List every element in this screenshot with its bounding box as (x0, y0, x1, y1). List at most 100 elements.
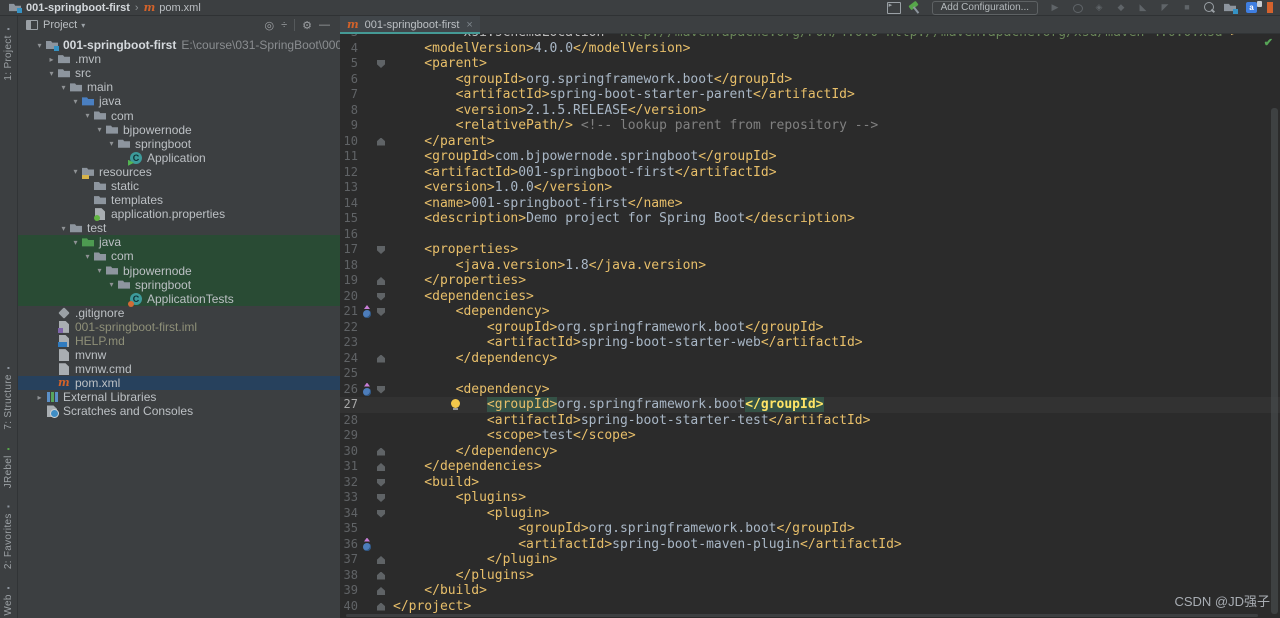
fold-marker-icon[interactable] (375, 56, 389, 72)
expand-arrow-icon[interactable]: ▸ (46, 55, 57, 64)
code-line-21[interactable]: 21 <dependency> (340, 304, 1280, 320)
expand-arrow-icon[interactable]: ▾ (106, 280, 117, 289)
fold-marker-icon[interactable] (375, 382, 389, 398)
fold-marker-icon[interactable] (375, 242, 389, 258)
project-panel-title[interactable]: Project (43, 19, 77, 31)
tree-item-help-md[interactable]: HELP.md (18, 334, 340, 348)
locate-file-icon[interactable]: ◎ (264, 19, 274, 32)
code-line-27[interactable]: 27 <groupId>org.springframework.boot</gr… (340, 397, 1280, 413)
code-line-28[interactable]: 28 <artifactId>spring-boot-starter-test<… (340, 413, 1280, 429)
code-line-35[interactable]: 35 <groupId>org.springframework.boot</gr… (340, 521, 1280, 537)
gutter[interactable]: 23 (340, 335, 393, 351)
vertical-scrollbar[interactable] (1271, 108, 1278, 614)
tree-item-springboot[interactable]: ▾ springboot (18, 137, 340, 151)
tree-item-external-libraries[interactable]: ▸ External Libraries (18, 390, 340, 404)
tree-item-resources[interactable]: ▾ resources (18, 165, 340, 179)
code-line-7[interactable]: 7 <artifactId>spring-boot-starter-parent… (340, 87, 1280, 103)
collapse-all-icon[interactable]: ÷ (281, 19, 287, 31)
breadcrumb-project[interactable]: 001-springboot-first (26, 2, 130, 14)
terminal-icon[interactable] (885, 1, 901, 14)
gutter[interactable]: 29 (340, 428, 393, 444)
code-line-10[interactable]: 10 </parent> (340, 134, 1280, 150)
expand-arrow-icon[interactable]: ▾ (94, 266, 105, 275)
fold-marker-icon[interactable] (375, 273, 389, 289)
gutter[interactable]: 39 (340, 583, 393, 599)
expand-arrow-icon[interactable]: ▾ (58, 224, 69, 233)
gutter[interactable]: 12 (340, 165, 393, 181)
close-icon[interactable]: × (466, 19, 472, 31)
code-line-11[interactable]: 11 <groupId>com.bjpowernode.springboot</… (340, 149, 1280, 165)
tree-item-pom-xml[interactable]: pom.xml (18, 376, 340, 391)
tree-item-com[interactable]: ▾ com (18, 108, 340, 123)
gutter[interactable]: 24 (340, 351, 393, 367)
gutter[interactable]: 36 (340, 537, 393, 553)
code-line-23[interactable]: 23 <artifactId>spring-boot-starter-web</… (340, 335, 1280, 351)
code-line-37[interactable]: 37 </plugin> (340, 552, 1280, 568)
code-line-5[interactable]: 5 <parent> (340, 56, 1280, 72)
intention-bulb-icon[interactable] (451, 399, 460, 410)
code-viewport[interactable]: 3 xsi:schemaLocation="http://maven.apach… (340, 34, 1280, 618)
code-line-34[interactable]: 34 <plugin> (340, 506, 1280, 522)
hide-panel-icon[interactable]: — (319, 19, 330, 31)
search-everywhere-icon[interactable] (1201, 1, 1217, 14)
stripe-project-button[interactable]: 1: Project (3, 22, 14, 80)
tree-item-application[interactable]: Application (18, 151, 340, 165)
code-line-29[interactable]: 29 <scope>test</scope> (340, 428, 1280, 444)
expand-arrow-icon[interactable]: ▾ (34, 41, 45, 50)
gutter[interactable]: 35 (340, 521, 393, 537)
gutter[interactable]: 25 (340, 366, 393, 382)
tree-item-001-springboot-first-iml[interactable]: 001-springboot-first.iml (18, 320, 340, 334)
expand-arrow-icon[interactable]: ▸ (34, 393, 45, 402)
tree-item-mvnw-cmd[interactable]: mvnw.cmd (18, 362, 340, 376)
tree-item-applicationtests[interactable]: ApplicationTests (18, 291, 340, 307)
fold-marker-icon[interactable] (375, 599, 389, 615)
code-line-17[interactable]: 17 <properties> (340, 242, 1280, 258)
gutter[interactable]: 15 (340, 211, 393, 227)
gutter[interactable]: 21 (340, 304, 393, 320)
tree-item-static[interactable]: static (18, 179, 340, 193)
gutter[interactable]: 27 (340, 397, 393, 413)
fold-marker-icon[interactable] (375, 475, 389, 491)
code-line-19[interactable]: 19 </properties> (340, 273, 1280, 289)
expand-arrow-icon[interactable]: ▾ (58, 83, 69, 92)
code-line-8[interactable]: 8 <version>2.1.5.RELEASE</version> (340, 103, 1280, 119)
chevron-down-icon[interactable]: ▾ (81, 21, 85, 30)
code-line-36[interactable]: 36 <artifactId>spring-boot-maven-plugin<… (340, 537, 1280, 553)
breadcrumb-file[interactable]: pom.xml (159, 2, 201, 14)
gear-icon[interactable]: ⚙ (302, 19, 312, 32)
code-line-32[interactable]: 32 <build> (340, 475, 1280, 491)
stripe-structure-button[interactable]: 7: Structure (3, 361, 14, 430)
code-line-26[interactable]: 26 <dependency> (340, 382, 1280, 398)
tree-item-src[interactable]: ▾ src (18, 66, 340, 80)
tree-item-bjpowernode[interactable]: ▾ bjpowernode (18, 263, 340, 278)
maven-dependency-icon[interactable] (360, 537, 375, 553)
fold-marker-icon[interactable] (375, 552, 389, 568)
fold-marker-icon[interactable] (375, 583, 389, 599)
gutter[interactable]: 32 (340, 475, 393, 491)
tree-item--mvn[interactable]: ▸ .mvn (18, 52, 340, 66)
expand-arrow-icon[interactable]: ▾ (46, 69, 57, 78)
gutter[interactable]: 38 (340, 568, 393, 584)
code-line-30[interactable]: 30 </dependency> (340, 444, 1280, 460)
code-line-33[interactable]: 33 <plugins> (340, 490, 1280, 506)
code-line-39[interactable]: 39 </build> (340, 583, 1280, 599)
stripe-jrebel-button[interactable]: JRebel (3, 442, 14, 488)
gutter[interactable]: 20 (340, 289, 393, 305)
code-line-6[interactable]: 6 <groupId>org.springframework.boot</gro… (340, 72, 1280, 88)
expand-arrow-icon[interactable]: ▾ (82, 252, 93, 261)
gutter[interactable]: 30 (340, 444, 393, 460)
fold-marker-icon[interactable] (375, 506, 389, 522)
horizontal-scrollbar[interactable] (346, 614, 1258, 617)
gutter[interactable]: 28 (340, 413, 393, 429)
fold-marker-icon[interactable] (375, 568, 389, 584)
tree-item-com[interactable]: ▾ com (18, 249, 340, 264)
gutter[interactable]: 4 (340, 41, 393, 57)
gutter[interactable]: 6 (340, 72, 393, 88)
gutter[interactable]: 18 (340, 258, 393, 274)
fold-marker-icon[interactable] (375, 304, 389, 320)
gutter[interactable]: 9 (340, 118, 393, 134)
code-line-4[interactable]: 4 <modelVersion>4.0.0</modelVersion> (340, 41, 1280, 57)
stripe-web-button[interactable]: Web (3, 581, 14, 616)
tree-item-springboot[interactable]: ▾ springboot (18, 277, 340, 292)
gutter[interactable]: 10 (340, 134, 393, 150)
